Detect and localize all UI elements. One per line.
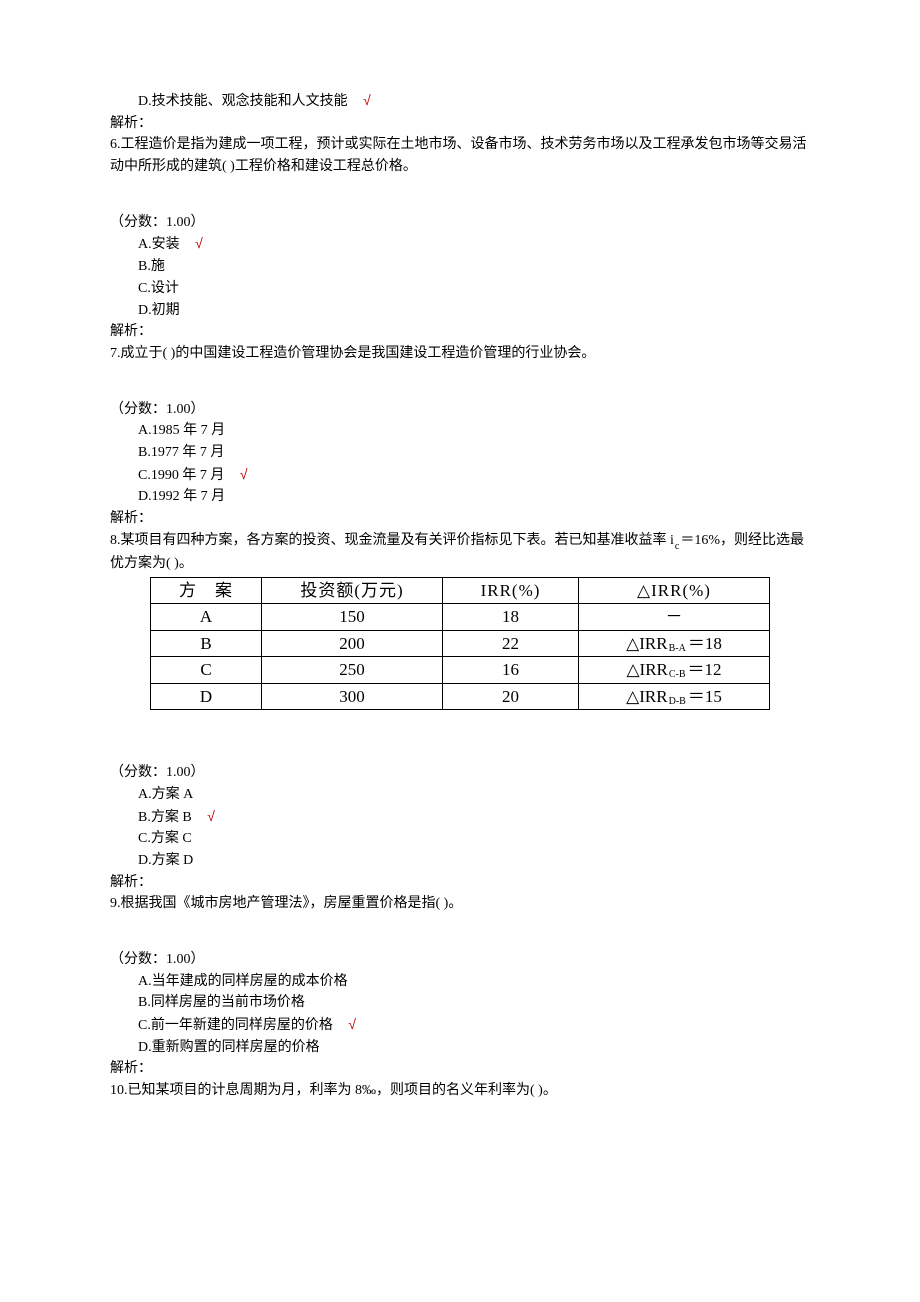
option-text: A.安装 (138, 237, 180, 252)
q8-stem: 8.某项目有四种方案，各方案的投资、现金流量及有关评价指标见下表。若已知基准收益… (110, 530, 810, 575)
check-icon: √ (207, 808, 215, 824)
th-delta-irr-text: IRR(%) (651, 581, 711, 600)
q8-table: 方 案 投资额(万元) IRR(%) △IRR(%) A15018－B20022… (150, 577, 770, 711)
q9-option-c: C.前一年新建的同样房屋的价格 √ (110, 1014, 810, 1037)
table-row: B20022△IRRB-A＝18 (151, 630, 770, 657)
q9-score: （分数：1.00） (110, 949, 810, 971)
q9-option-a: A.当年建成的同样房屋的成本价格 (110, 971, 810, 993)
q7-analysis-label: 解析： (110, 508, 810, 530)
q6-option-d: D.初期 (110, 300, 810, 322)
q8-score: （分数：1.00） (110, 762, 810, 784)
q6-analysis-label: 解析： (110, 321, 810, 343)
check-icon: √ (195, 235, 203, 251)
cell-irr: 18 (443, 604, 579, 631)
th-scheme: 方 案 (151, 577, 262, 604)
cell-scheme: A (151, 604, 262, 631)
q8-option-c: C.方案 C (110, 828, 810, 850)
cell-delta-irr: △IRRD-B＝15 (579, 683, 770, 710)
cell-irr: 16 (443, 657, 579, 684)
q9-analysis-label: 解析： (110, 1058, 810, 1080)
q9-stem: 9.根据我国《城市房地产管理法》，房屋重置价格是指( )。 (110, 893, 810, 915)
q7-score: （分数：1.00） (110, 399, 810, 421)
cell-irr: 20 (443, 683, 579, 710)
triangle-icon: △ (637, 581, 651, 600)
q7-option-b: B.1977 年 7 月 (110, 442, 810, 464)
option-text: D.技术技能、观念技能和人文技能 (138, 94, 348, 109)
q6-option-a: A.安装 √ (110, 233, 810, 256)
q8-option-a: A.方案 A (110, 784, 810, 806)
check-icon: √ (363, 92, 371, 108)
table-row: A15018－ (151, 604, 770, 631)
th-irr: IRR(%) (443, 577, 579, 604)
q6-score: （分数：1.00） (110, 212, 810, 234)
cell-invest: 150 (262, 604, 443, 631)
q10-stem: 10.已知某项目的计息周期为月，利率为 8‰，则项目的名义年利率为( )。 (110, 1080, 810, 1102)
q9-option-d: D.重新购置的同样房屋的价格 (110, 1037, 810, 1059)
cell-invest: 200 (262, 630, 443, 657)
q7-stem: 7.成立于( )的中国建设工程造价管理协会是我国建设工程造价管理的行业协会。 (110, 343, 810, 365)
table-row: C25016△IRRC-B＝12 (151, 657, 770, 684)
table-row: D30020△IRRD-B＝15 (151, 683, 770, 710)
option-text: B.方案 B (138, 810, 192, 825)
cell-irr: 22 (443, 630, 579, 657)
cell-delta-irr: － (579, 604, 770, 631)
check-icon: √ (240, 466, 248, 482)
q8-analysis-label: 解析： (110, 872, 810, 894)
th-delta-irr: △IRR(%) (579, 577, 770, 604)
q8-option-b: B.方案 B √ (110, 806, 810, 829)
q5-analysis-label: 解析： (110, 113, 810, 135)
q5-option-d: D.技术技能、观念技能和人文技能 √ (110, 90, 810, 113)
q9-option-b: B.同样房屋的当前市场价格 (110, 992, 810, 1014)
cell-delta-irr: △IRRC-B＝12 (579, 657, 770, 684)
cell-scheme: B (151, 630, 262, 657)
q8-stem-sub: c (675, 541, 679, 552)
q7-option-c: C.1990 年 7 月 √ (110, 464, 810, 487)
table-header-row: 方 案 投资额(万元) IRR(%) △IRR(%) (151, 577, 770, 604)
cell-delta-irr: △IRRB-A＝18 (579, 630, 770, 657)
option-text: C.1990 年 7 月 (138, 468, 224, 483)
th-invest: 投资额(万元) (262, 577, 443, 604)
cell-invest: 300 (262, 683, 443, 710)
cell-invest: 250 (262, 657, 443, 684)
cell-scheme: D (151, 683, 262, 710)
q6-option-b: B.施 (110, 256, 810, 278)
q8-option-d: D.方案 D (110, 850, 810, 872)
q8-stem-a: 8.某项目有四种方案，各方案的投资、现金流量及有关评价指标见下表。若已知基准收益… (110, 533, 674, 548)
q6-option-c: C.设计 (110, 278, 810, 300)
option-text: C.前一年新建的同样房屋的价格 (138, 1018, 333, 1033)
q6-stem: 6.工程造价是指为建成一项工程，预计或实际在土地市场、设备市场、技术劳务市场以及… (110, 134, 810, 177)
check-icon: √ (348, 1016, 356, 1032)
q7-option-a: A.1985 年 7 月 (110, 420, 810, 442)
q7-option-d: D.1992 年 7 月 (110, 486, 810, 508)
cell-scheme: C (151, 657, 262, 684)
